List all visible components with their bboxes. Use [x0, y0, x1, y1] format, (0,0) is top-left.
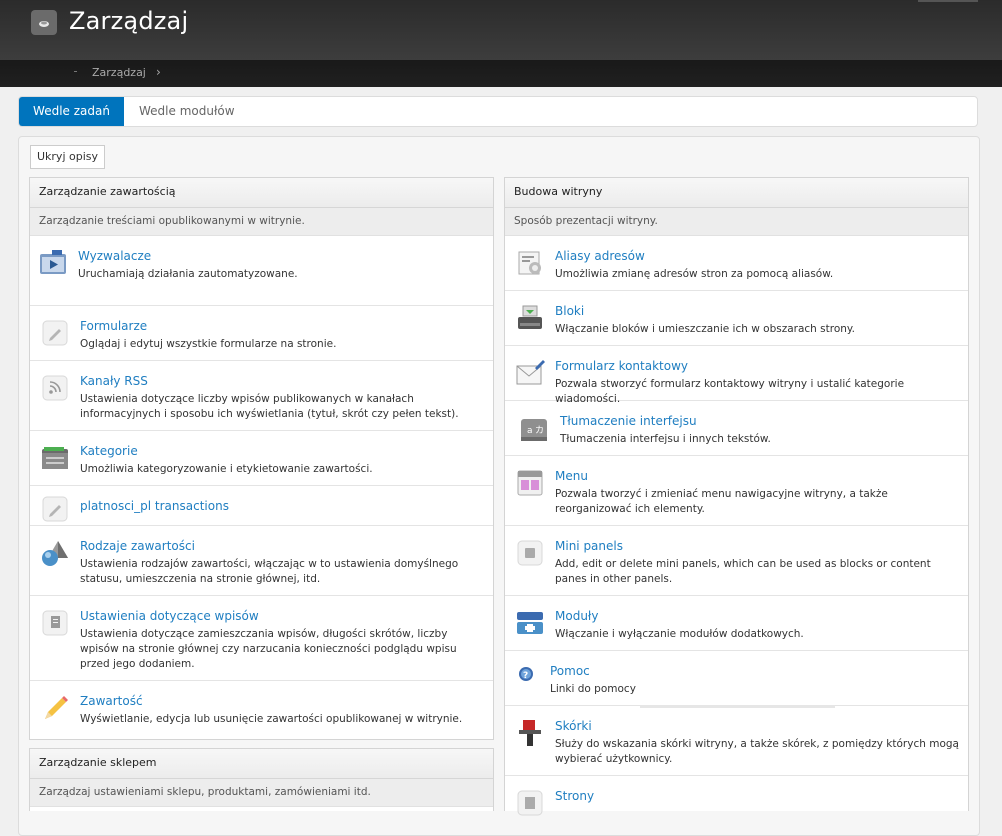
item-description: Pozwala tworzyć i zmieniać menu nawigacy… — [555, 488, 888, 515]
list-item: Menu Pozwala tworzyć i zmieniać menu naw… — [505, 456, 968, 526]
shop-management-panel: Zarządzanie sklepem Zarządzaj ustawienia… — [29, 748, 494, 811]
list-item: Kategorie Umożliwia kategoryzowanie i et… — [30, 431, 493, 486]
list-item: Aliasy adresów Umożliwia zmianę adresów … — [505, 236, 968, 291]
svg-text:?: ? — [523, 671, 528, 681]
item-title[interactable]: Mini panels — [555, 539, 623, 553]
item-description: Włączanie bloków i umieszczanie ich w ob… — [555, 323, 855, 335]
breadcrumb-bar — [0, 60, 1002, 87]
panel-title: Zarządzanie zawartością — [30, 178, 493, 208]
list-item: Bloki Włączanie bloków i umieszczanie ic… — [505, 291, 968, 346]
pencil-icon — [40, 494, 70, 524]
trigger-icon — [38, 248, 68, 278]
item-title[interactable]: Menu — [555, 469, 588, 483]
pencil-icon — [40, 318, 70, 348]
hide-descriptions-button[interactable]: Ukryj opisy — [30, 145, 105, 169]
item-title[interactable]: Tłumaczenie interfejsu — [560, 414, 697, 428]
breadcrumb[interactable]: Zarządzaj — [92, 66, 146, 79]
document-icon — [40, 608, 70, 638]
folder-icon — [40, 443, 70, 473]
list-item: Ustawienia dotyczące wpisów Ustawienia d… — [30, 596, 493, 681]
list-item: platnosci_pl transactions — [30, 486, 493, 526]
item-title[interactable]: Pomoc — [550, 664, 590, 678]
translate-icon: aカ — [519, 415, 549, 445]
list-item: Formularze Oglądaj i edytuj wszystkie fo… — [30, 306, 493, 361]
panel-description: Sposób prezentacji witryny. — [505, 208, 968, 236]
scroll-indicator — [640, 705, 835, 708]
tab-by-modules[interactable]: Wedle modułów — [139, 97, 235, 126]
item-title[interactable]: Moduły — [555, 609, 598, 623]
panel-icon — [515, 538, 545, 568]
list-item: Moduły Włączanie i wyłączanie modułów do… — [505, 596, 968, 651]
item-title[interactable]: Formularz kontaktowy — [555, 359, 688, 373]
svg-text:a: a — [527, 426, 533, 436]
item-title[interactable]: Wyzwalacze — [78, 249, 151, 263]
list-item: Wyzwalacze Uruchamiają działania zautoma… — [30, 236, 493, 306]
site-icon[interactable] — [31, 10, 57, 35]
tab-by-tasks[interactable]: Wedle zadań — [19, 97, 124, 126]
breadcrumb-chevron-icon: › — [156, 65, 161, 79]
site-building-panel: Budowa witryny Sposób prezentacji witryn… — [504, 177, 969, 816]
header-corner-handle[interactable] — [918, 0, 978, 2]
item-title[interactable]: Aliasy adresów — [555, 249, 645, 263]
item-title[interactable]: Strony — [555, 789, 594, 803]
item-description: Wyświetlanie, edycja lub usunięcie zawar… — [80, 713, 463, 725]
list-item: Rodzaje zawartości Ustawienia rodzajów z… — [30, 526, 493, 596]
list-item: Zawartość Wyświetlanie, edycja lub usuni… — [30, 681, 493, 736]
item-description: Tłumaczenia interfejsu i innych tekstów. — [560, 433, 771, 445]
menu-icon — [515, 468, 545, 498]
item-description: Add, edit or delete mini panels, which c… — [555, 558, 931, 585]
page-title: Zarządzaj — [69, 7, 189, 35]
envelope-icon — [515, 358, 545, 388]
item-title[interactable]: Kanały RSS — [80, 374, 148, 388]
item-description: Służy do wskazania skórki witryny, a tak… — [555, 738, 959, 765]
item-title[interactable]: platnosci_pl transactions — [80, 499, 229, 513]
alias-icon — [515, 248, 545, 278]
item-title[interactable]: Ustawienia dotyczące wpisów — [80, 609, 259, 623]
item-description: Ustawienia rodzajów zawartości, włączają… — [80, 558, 459, 585]
item-description: Ustawienia dotyczące zamieszczania wpisó… — [80, 628, 457, 670]
item-title[interactable]: Formularze — [80, 319, 147, 333]
list-item: Mini panels Add, edit or delete mini pan… — [505, 526, 968, 596]
item-title[interactable]: Zawartość — [80, 694, 143, 708]
item-title[interactable]: Kategorie — [80, 444, 138, 458]
svg-text:カ: カ — [535, 425, 544, 436]
blocks-icon — [515, 303, 545, 333]
brush-icon — [515, 718, 545, 748]
view-tabs: Wedle zadań Wedle modułów — [18, 96, 978, 127]
rss-icon — [40, 373, 70, 403]
list-item: Kanały RSS Ustawienia dotyczące liczby w… — [30, 361, 493, 431]
list-item: ? Pomoc Linki do pomocy — [505, 651, 968, 706]
list-item: Formularz kontaktowy Pozwala stworzyć fo… — [505, 346, 968, 405]
modules-icon — [515, 608, 545, 638]
list-item: Strony — [505, 776, 968, 816]
item-description: Linki do pomocy — [550, 683, 636, 695]
panel-title: Zarządzanie sklepem — [30, 749, 493, 779]
panel-title: Budowa witryny — [505, 178, 968, 208]
shapes-icon — [40, 538, 70, 568]
item-description: Ustawienia dotyczące liczby wpisów publi… — [80, 393, 459, 420]
item-description: Włączanie i wyłączanie modułów dodatkowy… — [555, 628, 804, 640]
content-management-panel: Zarządzanie zawartością Zarządzanie treś… — [29, 177, 494, 740]
breadcrumb-dot — [74, 71, 77, 72]
item-title[interactable]: Skórki — [555, 719, 592, 733]
list-item: aカ Tłumaczenie interfejsu Tłumaczenia in… — [505, 401, 968, 456]
item-description: Uruchamiają działania zautomatyzowane. — [78, 268, 298, 280]
item-title[interactable]: Rodzaje zawartości — [80, 539, 195, 553]
panel-description: Zarządzaj ustawieniami sklepu, produktam… — [30, 779, 493, 807]
item-title[interactable]: Bloki — [555, 304, 584, 318]
pencil-color-icon — [40, 693, 70, 723]
item-description: Umożliwia kategoryzowanie i etykietowani… — [80, 463, 373, 475]
help-icon: ? — [517, 665, 547, 695]
panel-description: Zarządzanie treściami opublikowanymi w w… — [30, 208, 493, 236]
pages-icon — [515, 788, 545, 818]
item-description: Oglądaj i edytuj wszystkie formularze na… — [80, 338, 337, 350]
list-item: Skórki Służy do wskazania skórki witryny… — [505, 706, 968, 776]
item-description: Umożliwia zmianę adresów stron za pomocą… — [555, 268, 834, 280]
